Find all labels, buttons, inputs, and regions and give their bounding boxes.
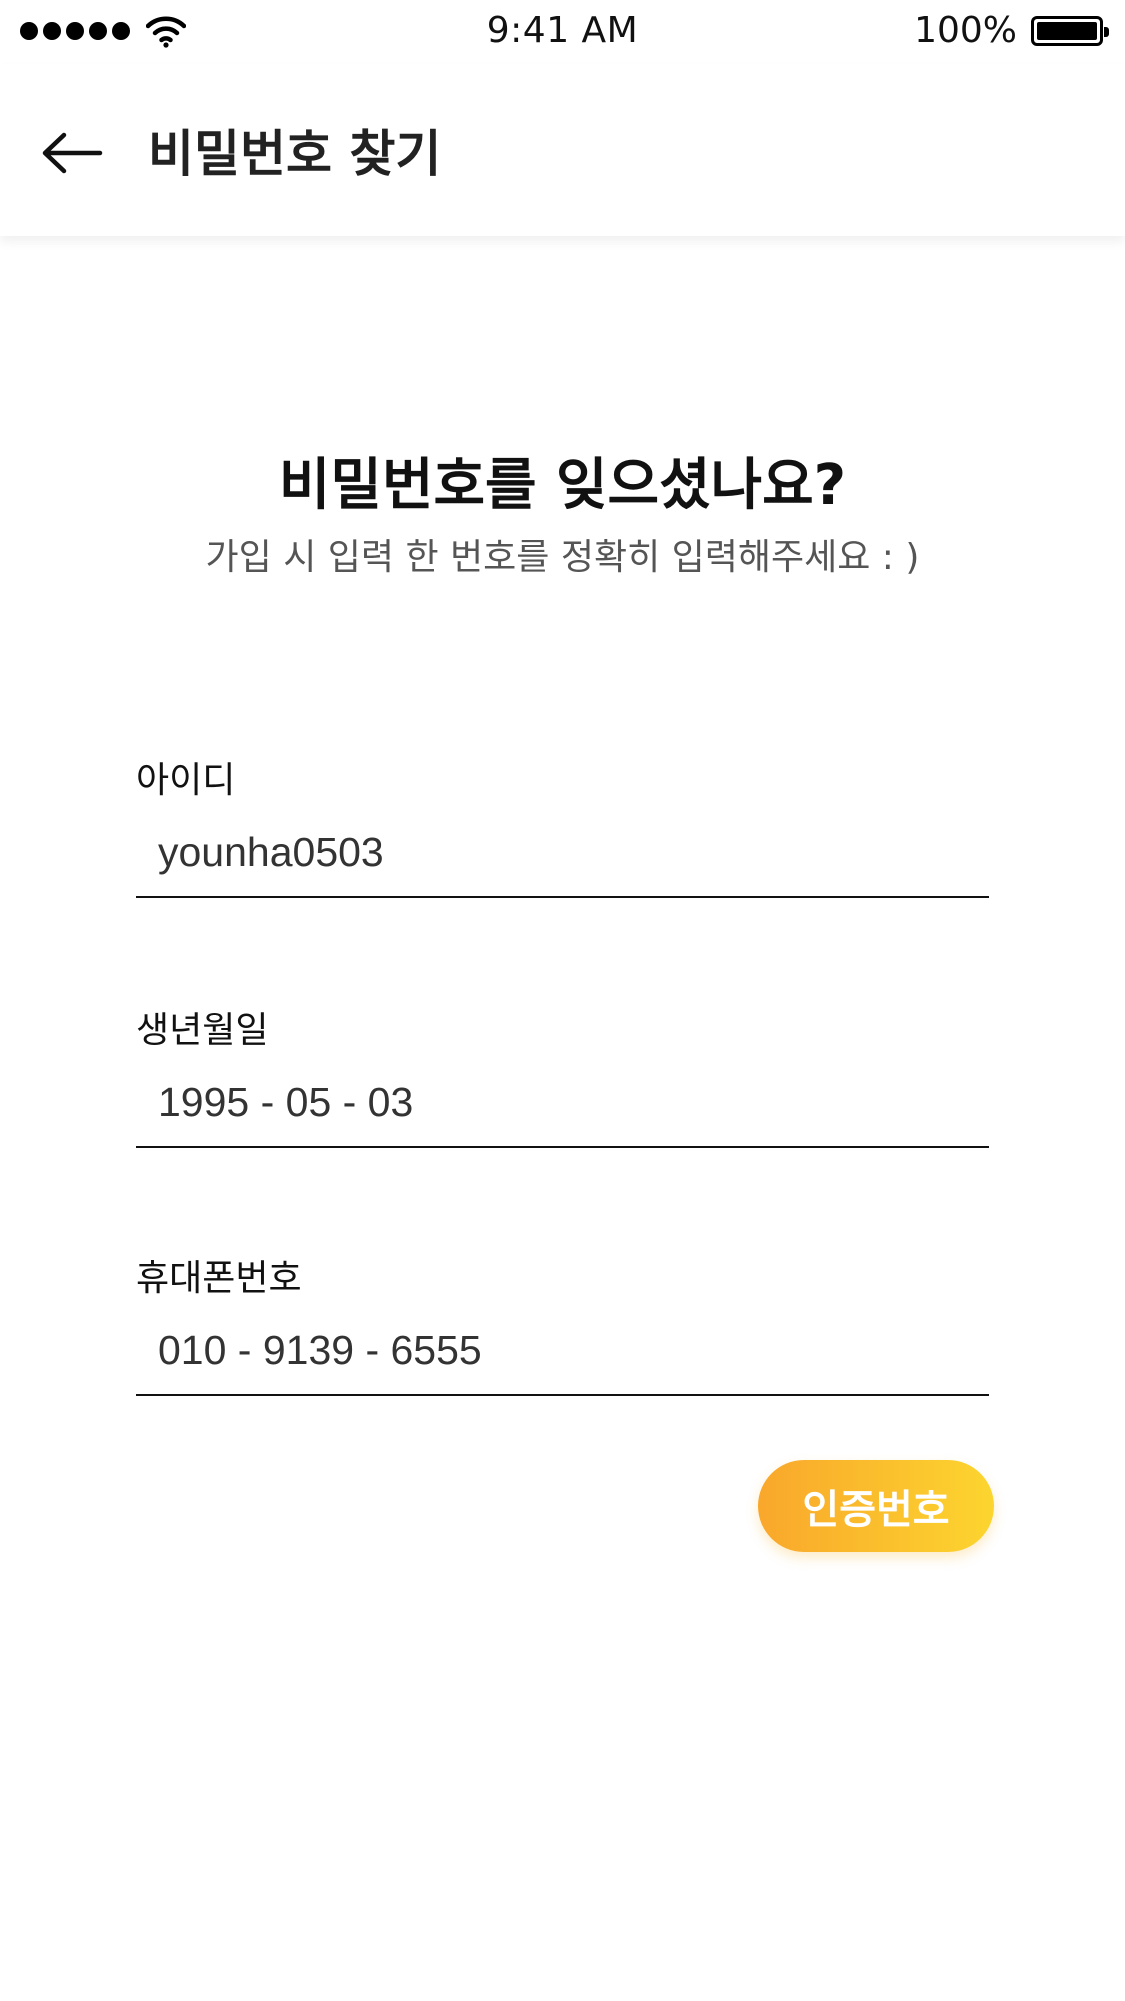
id-field-group: 아이디 [136, 756, 989, 898]
verification-code-button[interactable]: 인증번호 [758, 1460, 994, 1552]
birthdate-label: 생년월일 [136, 1010, 269, 1051]
id-label: 아이디 [136, 760, 236, 801]
id-input[interactable] [136, 818, 989, 898]
battery-icon [1031, 16, 1109, 46]
page-title: 비밀번호 찾기 [148, 125, 442, 183]
birthdate-field-group: 생년월일 [136, 1006, 989, 1148]
back-button[interactable] [40, 118, 120, 188]
phone-label: 휴대폰번호 [136, 1258, 302, 1299]
main-subheading: 가입 시 입력 한 번호를 정확히 입력해주세요 : ) [205, 537, 920, 578]
main-heading: 비밀번호를 잊으셨나요? [278, 453, 847, 518]
arrow-left-icon [42, 132, 103, 174]
status-bar: 9:41 AM 100% [0, 0, 1125, 64]
battery-fill [1037, 22, 1097, 40]
battery-percent: 100% [914, 10, 1017, 51]
phone-field-group: 휴대폰번호 [136, 1254, 989, 1396]
app-bar: 비밀번호 찾기 [0, 64, 1125, 236]
phone-input[interactable] [136, 1316, 989, 1396]
birthdate-input[interactable] [136, 1068, 989, 1148]
